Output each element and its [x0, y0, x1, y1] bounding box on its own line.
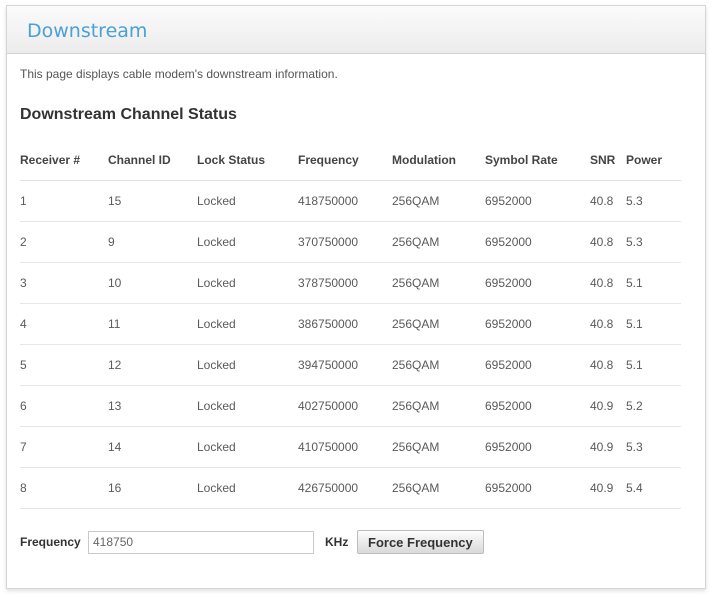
table-row: 5 12 Locked 394750000 256QAM 6952000 40.… — [20, 344, 681, 386]
column-header-symbol-rate: Symbol Rate — [485, 140, 590, 181]
column-header-modulation: Modulation — [392, 140, 485, 181]
cell-lock-status: Locked — [197, 344, 298, 386]
table-row: 6 13 Locked 402750000 256QAM 6952000 40.… — [20, 385, 681, 427]
table-row: 2 9 Locked 370750000 256QAM 6952000 40.8… — [20, 221, 681, 263]
cell-channel-id: 15 — [108, 180, 197, 222]
cell-symbol-rate: 6952000 — [485, 344, 590, 386]
cell-symbol-rate: 6952000 — [485, 385, 590, 427]
cell-lock-status: Locked — [197, 221, 298, 263]
column-header-lock-status: Lock Status — [197, 140, 298, 181]
panel-header: Downstream — [7, 6, 705, 54]
cell-snr: 40.9 — [590, 385, 626, 427]
cell-frequency: 418750000 — [298, 180, 392, 222]
cell-modulation: 256QAM — [392, 303, 485, 345]
cell-lock-status: Locked — [197, 303, 298, 345]
cell-receiver: 1 — [20, 180, 108, 222]
cell-frequency: 402750000 — [298, 385, 392, 427]
table-header-row: Receiver # Channel ID Lock Status Freque… — [20, 140, 681, 181]
force-frequency-button[interactable]: Force Frequency — [357, 530, 484, 554]
cell-modulation: 256QAM — [392, 221, 485, 263]
cell-power: 5.3 — [626, 221, 681, 263]
cell-modulation: 256QAM — [392, 467, 485, 509]
cell-lock-status: Locked — [197, 467, 298, 509]
cell-symbol-rate: 6952000 — [485, 426, 590, 468]
cell-snr: 40.8 — [590, 221, 626, 263]
cell-modulation: 256QAM — [392, 426, 485, 468]
cell-snr: 40.8 — [590, 180, 626, 222]
cell-channel-id: 11 — [108, 303, 197, 345]
page-title: Downstream — [27, 20, 148, 42]
cell-receiver: 4 — [20, 303, 108, 345]
cell-snr: 40.8 — [590, 303, 626, 345]
table-row: 4 11 Locked 386750000 256QAM 6952000 40.… — [20, 303, 681, 345]
table-row: 1 15 Locked 418750000 256QAM 6952000 40.… — [20, 180, 681, 222]
cell-symbol-rate: 6952000 — [485, 262, 590, 304]
cell-power: 5.1 — [626, 262, 681, 304]
column-header-channel-id: Channel ID — [108, 140, 197, 181]
cell-power: 5.3 — [626, 180, 681, 222]
cell-channel-id: 14 — [108, 426, 197, 468]
cell-power: 5.3 — [626, 426, 681, 468]
cell-lock-status: Locked — [197, 262, 298, 304]
cell-channel-id: 13 — [108, 385, 197, 427]
cell-frequency: 394750000 — [298, 344, 392, 386]
cell-lock-status: Locked — [197, 385, 298, 427]
cell-power: 5.2 — [626, 385, 681, 427]
cell-snr: 40.9 — [590, 426, 626, 468]
cell-frequency: 370750000 — [298, 221, 392, 263]
cell-receiver: 7 — [20, 426, 108, 468]
cell-symbol-rate: 6952000 — [485, 303, 590, 345]
cell-lock-status: Locked — [197, 426, 298, 468]
page-description: This page displays cable modem's downstr… — [20, 67, 338, 81]
column-header-frequency: Frequency — [298, 140, 392, 181]
cell-channel-id: 10 — [108, 262, 197, 304]
section-title: Downstream Channel Status — [20, 106, 237, 123]
cell-channel-id: 16 — [108, 467, 197, 509]
cell-snr: 40.8 — [590, 344, 626, 386]
force-frequency-form: Frequency KHz Force Frequency — [20, 530, 484, 554]
cell-frequency: 426750000 — [298, 467, 392, 509]
cell-power: 5.1 — [626, 303, 681, 345]
cell-frequency: 410750000 — [298, 426, 392, 468]
cell-symbol-rate: 6952000 — [485, 180, 590, 222]
cell-frequency: 386750000 — [298, 303, 392, 345]
cell-modulation: 256QAM — [392, 180, 485, 222]
cell-receiver: 8 — [20, 467, 108, 509]
cell-channel-id: 12 — [108, 344, 197, 386]
cell-frequency: 378750000 — [298, 262, 392, 304]
column-header-snr: SNR — [590, 140, 626, 181]
downstream-channel-table: Receiver # Channel ID Lock Status Freque… — [20, 140, 681, 509]
cell-snr: 40.9 — [590, 467, 626, 509]
table-row: 3 10 Locked 378750000 256QAM 6952000 40.… — [20, 262, 681, 304]
cell-lock-status: Locked — [197, 180, 298, 222]
cell-receiver: 3 — [20, 262, 108, 304]
cell-snr: 40.8 — [590, 262, 626, 304]
cell-modulation: 256QAM — [392, 262, 485, 304]
cell-modulation: 256QAM — [392, 344, 485, 386]
cell-symbol-rate: 6952000 — [485, 467, 590, 509]
cell-symbol-rate: 6952000 — [485, 221, 590, 263]
frequency-input[interactable] — [88, 530, 314, 554]
cell-channel-id: 9 — [108, 221, 197, 263]
table-row: 8 16 Locked 426750000 256QAM 6952000 40.… — [20, 467, 681, 509]
khz-unit-label: KHz — [325, 535, 349, 549]
column-header-receiver: Receiver # — [20, 140, 108, 181]
table-row: 7 14 Locked 410750000 256QAM 6952000 40.… — [20, 426, 681, 468]
cell-receiver: 5 — [20, 344, 108, 386]
cell-modulation: 256QAM — [392, 385, 485, 427]
cell-receiver: 2 — [20, 221, 108, 263]
column-header-power: Power — [626, 140, 681, 181]
cell-power: 5.4 — [626, 467, 681, 509]
cell-receiver: 6 — [20, 385, 108, 427]
cell-power: 5.1 — [626, 344, 681, 386]
frequency-label: Frequency — [20, 535, 81, 549]
